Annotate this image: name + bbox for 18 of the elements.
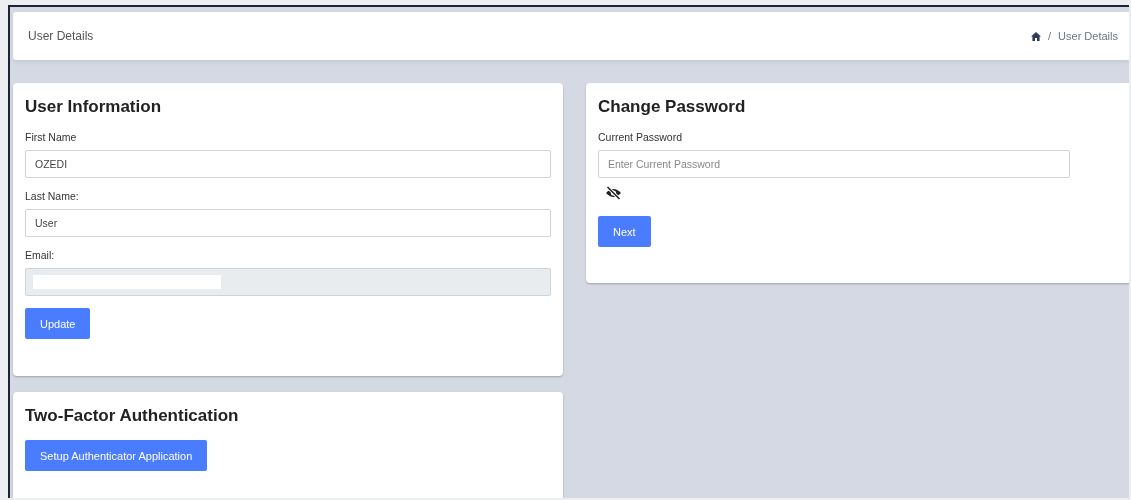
eye-slash-icon[interactable] <box>605 186 622 200</box>
text-input[interactable]: OZEDI <box>25 150 551 178</box>
breadcrumb-separator: / <box>1048 30 1052 42</box>
field-label: First Name <box>25 131 78 143</box>
field-label: Last Name: <box>25 190 80 202</box>
password-input[interactable]: Enter Current Password <box>598 150 1070 178</box>
setup-authenticator-button[interactable]: Setup Authenticator Application <box>25 440 208 471</box>
field-label: Email: <box>25 249 56 261</box>
card-title: User Information <box>25 97 163 117</box>
breadcrumb-item: User Details <box>1058 30 1118 42</box>
next-button[interactable]: Next <box>598 216 651 247</box>
card-title: Two-Factor Authentication <box>25 406 240 426</box>
home-icon[interactable] <box>1031 31 1042 41</box>
text-input[interactable]: User <box>25 209 551 237</box>
page-title: User Details <box>28 29 94 43</box>
card-title: Change Password <box>598 97 747 117</box>
field-label: Current Password <box>598 131 684 143</box>
update-button[interactable]: Update <box>25 308 91 339</box>
